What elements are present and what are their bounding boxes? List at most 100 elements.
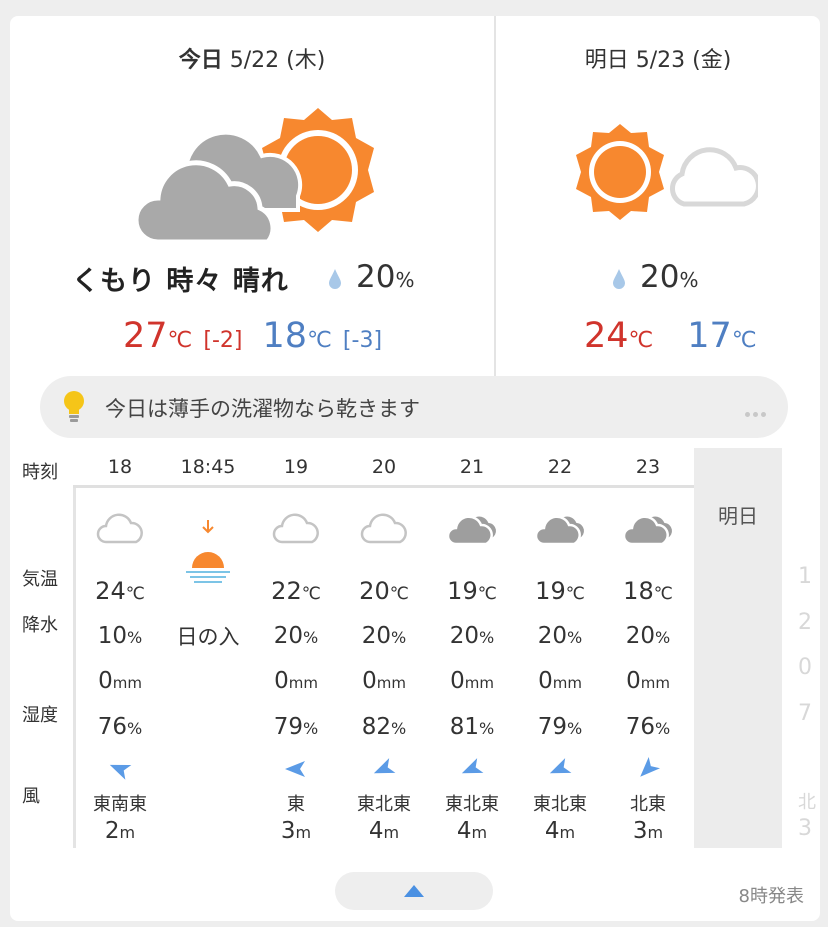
tomorrow-panel[interactable]: 明日 5/23 (金) 20% 24℃ 17℃	[496, 16, 820, 376]
hour-label: 21	[459, 456, 485, 478]
today-high: 27℃ [-2]	[123, 316, 243, 356]
hour-rain-mm: 0mm	[362, 668, 406, 694]
forecast-card: 今日 5/22 (木) くもり 時々 晴れ 20% 27℃ [-2] 18℃ [-…	[10, 16, 820, 921]
today-panel[interactable]: 今日 5/22 (木) くもり 時々 晴れ 20% 27℃ [-2] 18℃ [-…	[10, 16, 494, 376]
hour-column: 24℃ 10% 0mm 76% 東南東 2m	[76, 488, 164, 848]
wind-speed: 4m	[368, 818, 400, 844]
hour-rain-mm: 0mm	[274, 668, 318, 694]
hour-precip: 20%	[273, 623, 319, 649]
hour-label: 23	[635, 456, 661, 478]
wind-arrow-icon	[340, 756, 428, 782]
today-weather-text: くもり 時々 晴れ	[72, 266, 289, 297]
sunny-then-cloudy-icon	[576, 124, 758, 220]
hour-rain-mm: 0mm	[626, 668, 670, 694]
hour-rain-mm: 0mm	[98, 668, 142, 694]
today-precip-prob: 20%	[328, 259, 414, 295]
more-dots-icon[interactable]	[742, 402, 766, 421]
wind-direction: 東北東	[445, 794, 499, 815]
hour-column: 19℃ 20% 0mm 81% 東北東 4m	[428, 488, 516, 848]
tomorrow-high: 24℃	[584, 316, 654, 356]
wind-direction: 東北東	[357, 794, 411, 815]
tomorrow-column-label: 明日	[718, 504, 758, 528]
raindrop-icon	[329, 268, 341, 289]
tomorrow-temps: 24℃ 17℃	[584, 316, 757, 356]
wind-direction: 東南東	[93, 794, 147, 815]
hour-column: 20℃ 20% 0mm 82% 東北東 4m	[340, 488, 428, 848]
ghost-mm: 0	[798, 655, 812, 680]
label-humidity: 湿度	[22, 705, 58, 726]
hour-humidity: 76%	[97, 714, 143, 740]
hour-precip: 20%	[625, 623, 671, 649]
hour-temp: 22℃	[271, 577, 321, 605]
hour-column: 18℃ 20% 0mm 76% 北東 3m	[604, 488, 692, 848]
hour-temp: 18℃	[623, 577, 673, 605]
hour-temp: 19℃	[447, 577, 497, 605]
hour-temp: 24℃	[95, 577, 145, 605]
wind-arrow-icon	[428, 756, 516, 782]
hour-label: 20	[371, 456, 397, 478]
hour-temp: 19℃	[535, 577, 585, 605]
collapse-button[interactable]	[335, 872, 493, 910]
hour-humidity: 76%	[625, 714, 671, 740]
tomorrow-low: 17℃	[687, 316, 757, 356]
ghost-wind-dir: 北	[798, 792, 816, 813]
hour-label: 18:45	[180, 456, 236, 478]
hour-humidity: 82%	[361, 714, 407, 740]
hour-humidity: 79%	[273, 714, 319, 740]
today-title: 今日 5/22 (木)	[178, 48, 326, 73]
cloud-dark-icon	[604, 500, 692, 560]
laundry-tip[interactable]: 今日は薄手の洗濯物なら乾きます	[40, 376, 788, 438]
hour-precip: 10%	[97, 623, 143, 649]
hour-label: 19	[283, 456, 309, 478]
ghost-temp: 1	[798, 564, 812, 589]
wind-speed: 3m	[632, 818, 664, 844]
label-precip: 降水	[22, 615, 58, 636]
today-temps: 27℃ [-2] 18℃ [-3]	[123, 316, 382, 356]
hour-rain-mm: 0mm	[450, 668, 494, 694]
hour-precip: 20%	[537, 623, 583, 649]
hour-column: 19℃ 20% 0mm 79% 東北東 4m	[516, 488, 604, 848]
hour-precip: 20%	[361, 623, 407, 649]
label-temp: 気温	[22, 569, 58, 590]
tomorrow-title: 明日 5/23 (金)	[584, 48, 732, 73]
raindrop-icon	[613, 268, 625, 289]
hour-rain-mm: 0mm	[538, 668, 582, 694]
cloud-light-icon	[252, 500, 340, 560]
tip-text: 今日は薄手の洗濯物なら乾きます	[105, 397, 420, 421]
wind-arrow-icon	[76, 756, 164, 782]
wind-speed: 2m	[104, 818, 136, 844]
cloud-light-icon	[340, 500, 428, 560]
cloud-dark-icon	[516, 500, 604, 560]
label-wind: 風	[22, 786, 40, 807]
ghost-precip: 2	[798, 610, 812, 635]
issued-time: 8時発表	[738, 886, 804, 907]
wind-direction: 東北東	[533, 794, 587, 815]
sunset-icon	[164, 512, 252, 592]
hour-humidity: 79%	[537, 714, 583, 740]
lightbulb-icon	[64, 391, 84, 422]
tomorrow-column[interactable]: 明日	[694, 448, 782, 848]
wind-arrow-icon	[516, 756, 604, 782]
wind-arrow-icon	[604, 756, 692, 782]
hour-humidity: 81%	[449, 714, 495, 740]
triangle-up-icon	[404, 885, 424, 897]
cloud-dark-icon	[428, 500, 516, 560]
hour-column: 22℃ 20% 0mm 79% 東 3m	[252, 488, 340, 848]
today-low: 18℃ [-3]	[262, 316, 383, 356]
wind-speed: 4m	[544, 818, 576, 844]
ghost-wind-speed: 3	[798, 816, 812, 841]
hour-column: 日の入	[164, 488, 252, 848]
hour-label: 18	[107, 456, 133, 478]
cloudy-then-sunny-icon	[133, 108, 374, 245]
wind-direction: 東	[287, 794, 305, 815]
wind-direction: 北東	[630, 794, 666, 815]
hour-label: 22	[547, 456, 573, 478]
wind-speed: 4m	[456, 818, 488, 844]
cloud-light-icon	[76, 500, 164, 560]
tomorrow-precip-prob: 20%	[612, 259, 698, 295]
wind-speed: 3m	[280, 818, 312, 844]
hour-precip: 20%	[449, 623, 495, 649]
sunset-label: 日の入	[176, 625, 240, 649]
hour-temp: 20℃	[359, 577, 409, 605]
ghost-humidity: 7	[798, 701, 812, 726]
